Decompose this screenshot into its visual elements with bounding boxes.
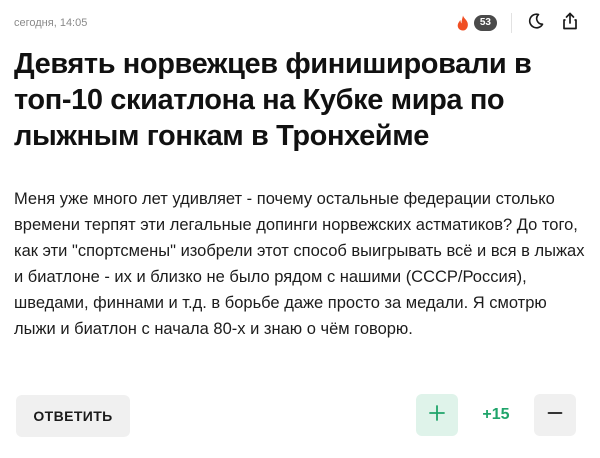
minus-icon: [547, 405, 563, 426]
comment-score: +15: [482, 406, 510, 423]
comment-text: Меня уже много лет удивляет - почему ост…: [14, 190, 585, 338]
article-title[interactable]: Девять норвежцев финишировали в топ-10 с…: [14, 46, 586, 154]
share-button[interactable]: [560, 12, 580, 35]
divider: [511, 13, 512, 33]
header-actions: 53: [456, 12, 580, 35]
downvote-button[interactable]: [534, 394, 576, 436]
hot-counter[interactable]: 53: [456, 15, 497, 31]
timestamp: сегодня, 14:05: [14, 17, 88, 29]
hot-count-badge: 53: [473, 15, 497, 31]
plus-icon: [429, 404, 445, 426]
theme-toggle-button[interactable]: [526, 12, 546, 34]
comment-page: сегодня, 14:05 53 Девять норвежцев финиш…: [0, 0, 600, 458]
top-bar: сегодня, 14:05 53: [14, 10, 580, 36]
fire-icon: [456, 15, 470, 31]
share-icon: [562, 12, 578, 35]
moon-icon: [528, 12, 544, 34]
reply-button[interactable]: ОТВЕТИТЬ: [16, 395, 130, 437]
upvote-button[interactable]: [416, 394, 458, 436]
